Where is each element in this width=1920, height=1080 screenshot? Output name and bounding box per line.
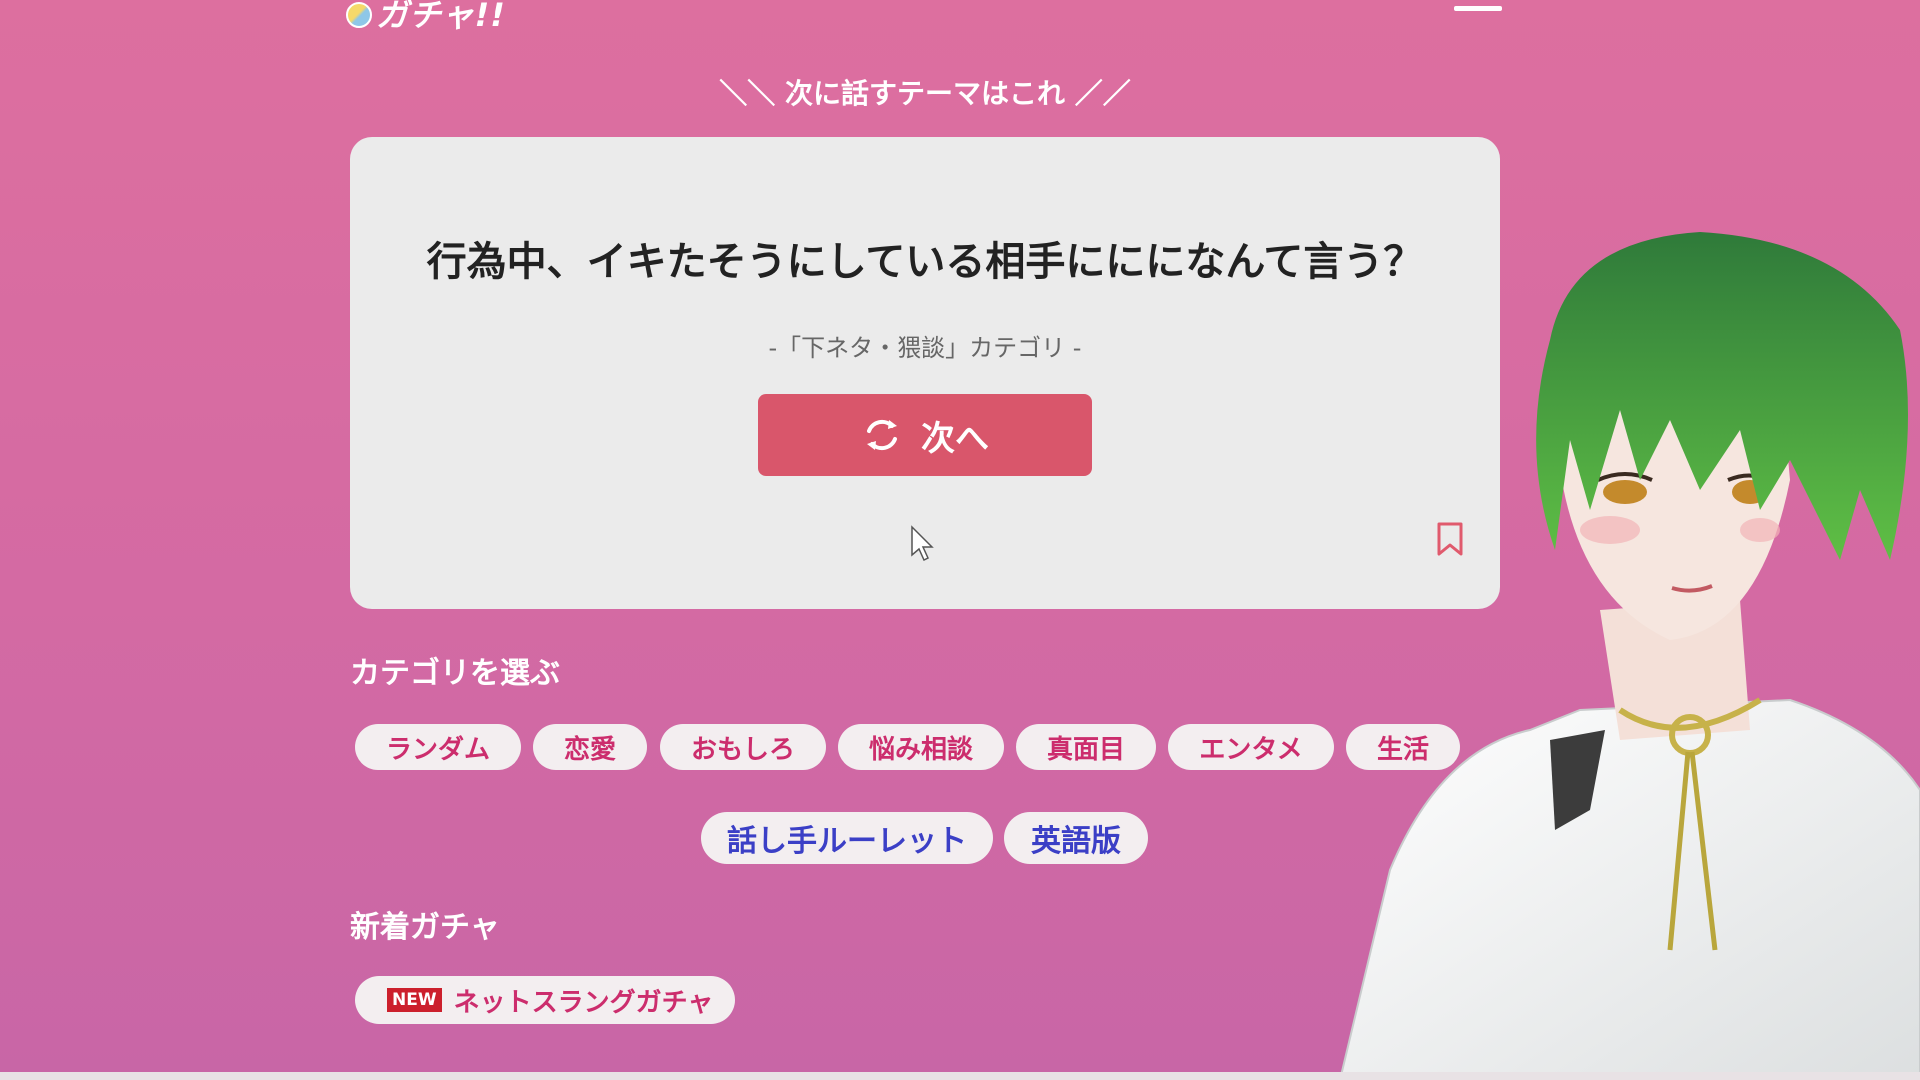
new-gacha-label: ネットスラングガチャ xyxy=(453,987,714,1018)
site-logo[interactable]: ガチャ!! xyxy=(346,0,506,34)
headline: ＼＼ 次に話すテーマはこれ ／／ xyxy=(719,77,1131,110)
next-button-label: 次へ xyxy=(921,418,989,459)
logo-text: ガチャ!! xyxy=(376,0,506,34)
new-gacha-item[interactable]: NEW ネットスラングガチャ xyxy=(355,976,735,1024)
vtuber-avatar xyxy=(1338,232,1920,1080)
bottom-bar xyxy=(0,1072,1920,1080)
category-chip-funny[interactable]: おもしろ xyxy=(660,724,826,770)
next-button[interactable]: 次へ xyxy=(758,394,1092,476)
category-chip-love[interactable]: 恋愛 xyxy=(533,724,647,770)
new-gacha-title: 新着ガチャ xyxy=(350,910,500,945)
category-chip-entertainment[interactable]: エンタメ xyxy=(1168,724,1334,770)
category-chip-serious[interactable]: 真面目 xyxy=(1016,724,1156,770)
logo-ball-icon xyxy=(346,2,372,28)
mouse-cursor-icon xyxy=(911,525,934,562)
hamburger-icon[interactable] xyxy=(1454,0,1502,14)
english-version-chip[interactable]: 英語版 xyxy=(1004,812,1148,864)
new-badge: NEW xyxy=(387,988,442,1012)
categories-title: カテゴリを選ぶ xyxy=(350,656,560,691)
category-chip-random[interactable]: ランダム xyxy=(355,724,521,770)
category-chip-advice[interactable]: 悩み相談 xyxy=(838,724,1004,770)
speaker-roulette-chip[interactable]: 話し手ルーレット xyxy=(701,812,993,864)
refresh-icon xyxy=(867,419,897,451)
